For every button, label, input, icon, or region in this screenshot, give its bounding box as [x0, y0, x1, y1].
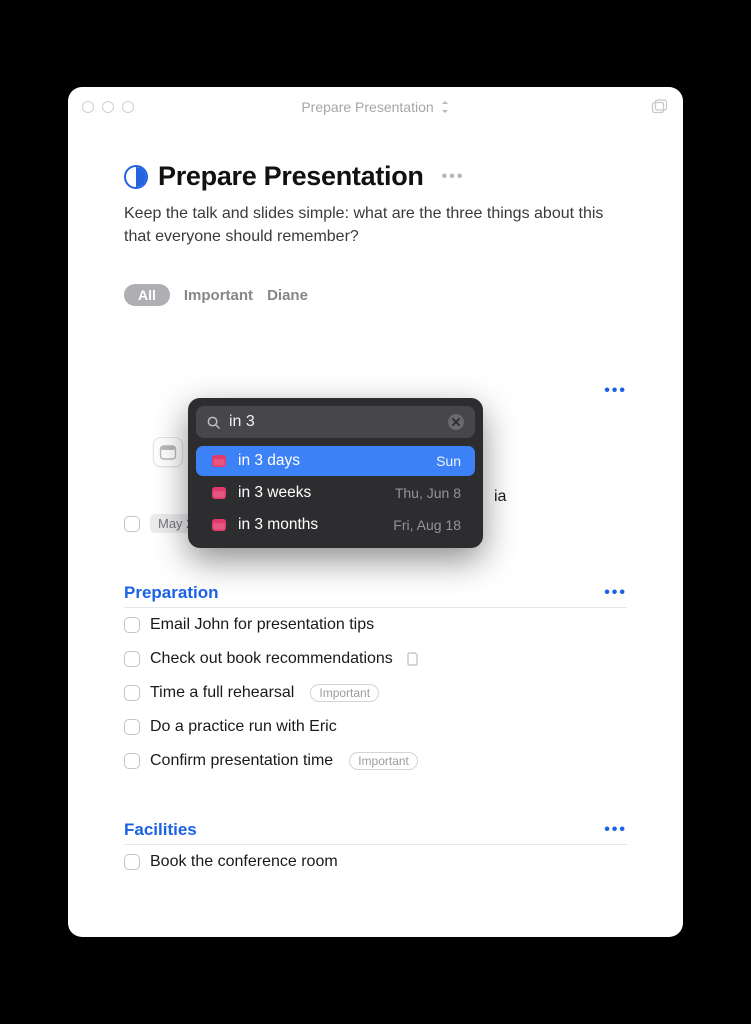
suggestion-label: in 3 months	[238, 516, 393, 534]
minimize-window-button[interactable]	[102, 101, 114, 113]
task-title: Confirm presentation time	[150, 752, 333, 770]
suggestion-label: in 3 weeks	[238, 484, 395, 502]
zoom-window-button[interactable]	[122, 101, 134, 113]
checkbox[interactable]	[124, 651, 140, 667]
date-suggestion[interactable]: in 3 weeks Thu, Jun 8	[196, 478, 475, 508]
clear-icon[interactable]	[447, 413, 465, 431]
project-progress-icon	[124, 165, 148, 189]
section-title-facilities[interactable]: Facilities	[124, 820, 197, 840]
suggestion-day: Sun	[436, 453, 461, 469]
header-more-button[interactable]: •••	[442, 168, 465, 186]
section-more-button[interactable]: •••	[604, 584, 627, 602]
task-title-fragment: ia	[494, 488, 506, 506]
suggestion-day: Fri, Aug 18	[393, 517, 461, 533]
task-title: Time a full rehearsal	[150, 684, 294, 702]
search-icon	[206, 415, 221, 430]
checkbox[interactable]	[124, 719, 140, 735]
date-suggestion[interactable]: in 3 days Sun	[196, 446, 475, 476]
close-window-button[interactable]	[82, 101, 94, 113]
traffic-lights	[82, 101, 134, 113]
task-row[interactable]: Confirm presentation time Important	[124, 744, 627, 778]
app-window: Prepare Presentation Prepare Presentatio…	[68, 87, 683, 937]
task-title: Email John for presentation tips	[150, 616, 374, 634]
calendar-icon	[210, 452, 228, 470]
page-title: Prepare Presentation	[158, 161, 424, 192]
task-title: Check out book recommendations	[150, 650, 393, 668]
checkbox[interactable]	[124, 854, 140, 870]
section-more-button[interactable]: •••	[604, 821, 627, 839]
task-row[interactable]: Book the conference room	[124, 845, 627, 879]
date-suggestion[interactable]: in 3 months Fri, Aug 18	[196, 510, 475, 540]
checkbox[interactable]	[124, 685, 140, 701]
calendar-icon	[159, 443, 177, 461]
tag-chip: Important	[349, 752, 418, 770]
filter-bar: All Important Diane	[124, 284, 627, 306]
date-search-field[interactable]	[196, 406, 475, 438]
filter-all[interactable]: All	[124, 284, 170, 306]
filter-important[interactable]: Important	[184, 287, 253, 304]
suggestion-day: Thu, Jun 8	[395, 485, 461, 501]
task-row[interactable]: Time a full rehearsal Important	[124, 676, 627, 710]
suggestion-label: in 3 days	[238, 452, 436, 470]
task-row[interactable]: Check out book recommendations	[124, 642, 627, 676]
section-title-preparation[interactable]: Preparation	[124, 583, 218, 603]
task-row[interactable]: Email John for presentation tips	[124, 608, 627, 642]
section-more-button[interactable]: •••	[604, 382, 627, 400]
filter-diane[interactable]: Diane	[267, 287, 308, 304]
checkbox[interactable]	[124, 516, 140, 532]
updown-icon[interactable]	[440, 100, 450, 114]
calendar-button[interactable]	[153, 437, 183, 467]
checkbox[interactable]	[124, 617, 140, 633]
task-row[interactable]: Do a practice run with Eric	[124, 710, 627, 744]
titlebar: Prepare Presentation	[68, 87, 683, 127]
tag-chip: Important	[310, 684, 379, 702]
date-picker-popover: in 3 days Sun in 3 weeks Thu, Jun 8 in 3…	[188, 398, 483, 548]
checkbox[interactable]	[124, 753, 140, 769]
date-search-input[interactable]	[229, 413, 439, 431]
panels-icon[interactable]	[651, 99, 667, 115]
window-title[interactable]: Prepare Presentation	[301, 99, 433, 115]
calendar-icon	[210, 484, 228, 502]
project-description[interactable]: Keep the talk and slides simple: what ar…	[124, 202, 627, 248]
note-icon	[407, 652, 419, 666]
task-title: Book the conference room	[150, 853, 338, 871]
task-title: Do a practice run with Eric	[150, 718, 337, 736]
calendar-icon	[210, 516, 228, 534]
